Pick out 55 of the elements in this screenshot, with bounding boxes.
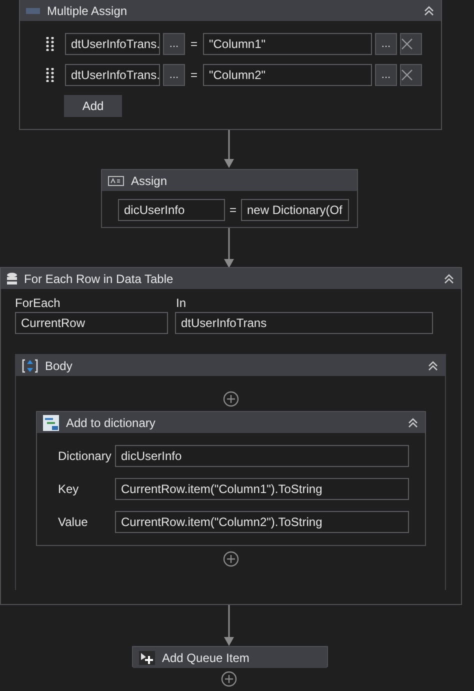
connector-arrow bbox=[224, 130, 234, 168]
queue-add-icon bbox=[139, 650, 155, 664]
body-title: Body bbox=[45, 358, 72, 372]
field-label: Value bbox=[58, 515, 89, 529]
delete-button[interactable] bbox=[400, 33, 422, 55]
field-label: Dictionary bbox=[58, 449, 112, 463]
expression-button[interactable]: ... bbox=[163, 64, 185, 86]
add-activity-icon[interactable] bbox=[223, 551, 239, 567]
add-activity-icon[interactable] bbox=[221, 671, 237, 687]
field-label: Key bbox=[58, 482, 80, 496]
dictionary-icon bbox=[43, 414, 59, 430]
activity-title: Add to dictionary bbox=[66, 416, 156, 430]
connector-arrow bbox=[224, 228, 234, 268]
field-label: In bbox=[176, 296, 186, 312]
close-icon bbox=[401, 69, 413, 81]
activity-title: For Each Row in Data Table bbox=[24, 272, 174, 286]
value-field[interactable]: "Column2" bbox=[203, 64, 372, 86]
collapse-icon[interactable] bbox=[427, 360, 439, 372]
add-activity-icon[interactable] bbox=[223, 391, 239, 407]
target-field[interactable]: dtUserInfoTrans. bbox=[65, 33, 160, 55]
equals-sign: = bbox=[228, 203, 238, 217]
activity-card[interactable]: Multiple Assign dtUserInfoTrans. ... = "Column1" ... dtUserInfoTrans. ... = "Column2" ... Add bbox=[19, 0, 442, 130]
collapse-icon[interactable] bbox=[407, 416, 419, 428]
argument-field[interactable]: dicUserInfo bbox=[115, 445, 409, 467]
collection-field[interactable]: dtUserInfoTrans bbox=[175, 312, 433, 334]
close-icon bbox=[401, 38, 413, 50]
activity-title: Multiple Assign bbox=[47, 4, 128, 18]
argument-field[interactable]: CurrentRow.item("Column2").ToString bbox=[115, 511, 409, 533]
target-field[interactable]: dtUserInfoTrans. bbox=[65, 64, 160, 86]
equals-sign: = bbox=[189, 68, 198, 82]
expression-button[interactable]: ... bbox=[375, 33, 397, 55]
sequence-icon bbox=[22, 358, 38, 372]
target-field[interactable]: dicUserInfo bbox=[118, 199, 225, 221]
database-icon bbox=[7, 272, 17, 286]
argument-field[interactable]: CurrentRow.item("Column1").ToString bbox=[115, 478, 409, 500]
value-field[interactable]: new Dictionary(Of bbox=[241, 199, 349, 221]
field-label: ForEach bbox=[15, 296, 62, 312]
activity-title: Assign bbox=[131, 174, 168, 188]
collapse-icon[interactable] bbox=[443, 272, 455, 284]
add-button[interactable]: Add bbox=[64, 95, 122, 117]
connector-arrow bbox=[224, 605, 234, 646]
drag-handle-icon[interactable] bbox=[46, 37, 54, 51]
expression-button[interactable]: ... bbox=[163, 33, 185, 55]
activity-card[interactable]: Add Queue Item bbox=[132, 646, 328, 667]
delete-button[interactable] bbox=[400, 64, 422, 86]
expression-button[interactable]: ... bbox=[375, 64, 397, 86]
item-variable-field[interactable]: CurrentRow bbox=[15, 312, 168, 334]
collapse-icon[interactable] bbox=[423, 4, 435, 16]
equals-sign: = bbox=[189, 37, 198, 51]
activity-card[interactable]: For Each Row in Data Table ForEach In CurrentRow dtUserInfoTrans Body Add to dictionary Dictionary dicUserInfo Key CurrentRow.item("Column1").ToString Value CurrentRow.item("Column2").ToString bbox=[0, 267, 462, 605]
activity-card[interactable]: Assign dicUserInfo = new Dictionary(Of bbox=[101, 169, 358, 228]
activity-title: Add Queue Item bbox=[162, 650, 250, 664]
activity-card[interactable]: Add to dictionary Dictionary dicUserInfo Key CurrentRow.item("Column1").ToString Value CurrentRow.item("Column2").ToString bbox=[36, 411, 426, 546]
value-field[interactable]: "Column1" bbox=[203, 33, 372, 55]
drag-handle-icon[interactable] bbox=[46, 68, 54, 82]
